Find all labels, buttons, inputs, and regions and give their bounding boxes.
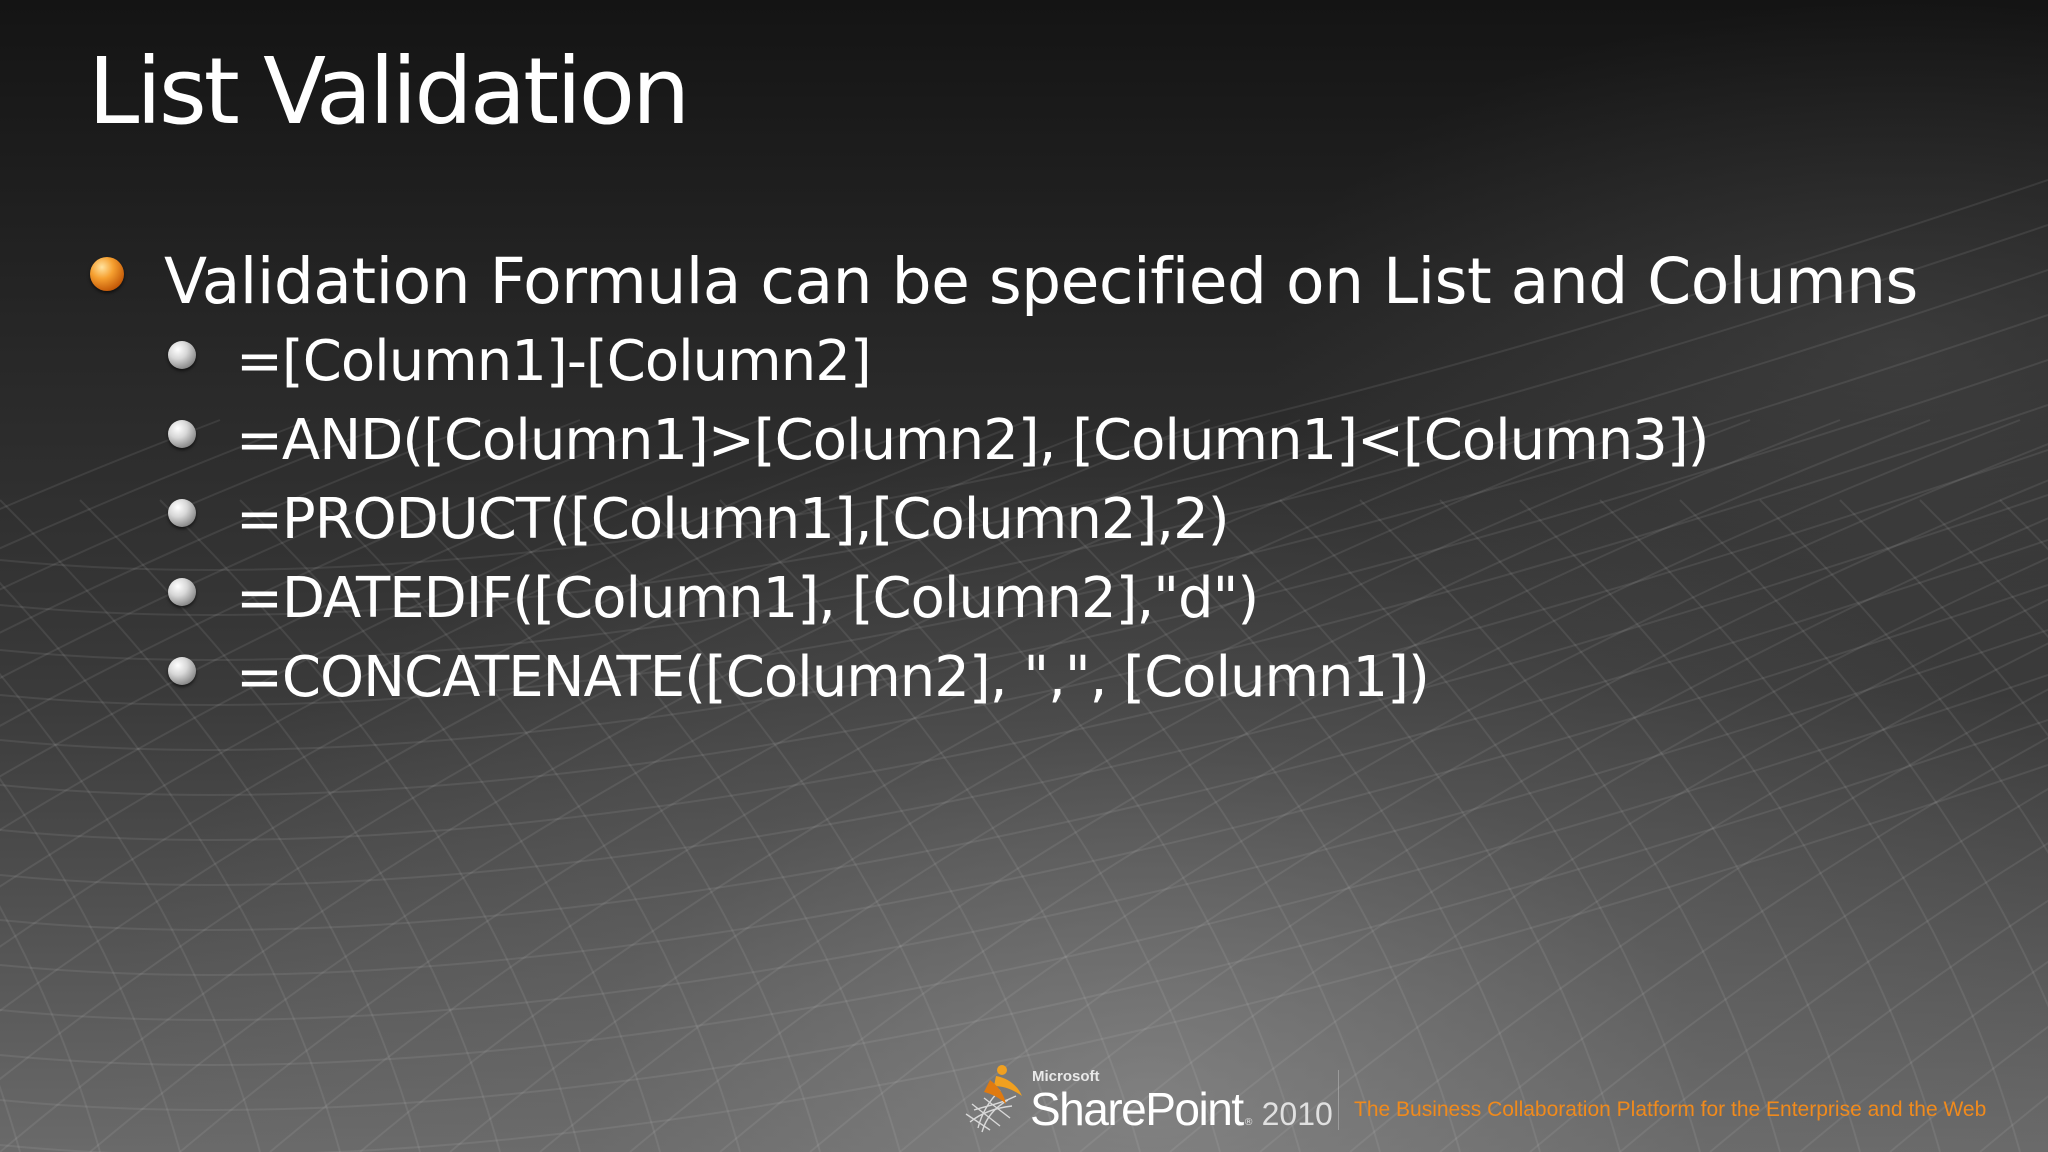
slide: List Validation Validation Formula can b… bbox=[0, 0, 2048, 1152]
main-bullet: Validation Formula can be specified on L… bbox=[90, 238, 1918, 324]
formula-text: =CONCATENATE([Column2], ",", [Column1]) bbox=[236, 645, 1430, 710]
formula-item: =PRODUCT([Column1],[Column2],2) bbox=[168, 480, 1709, 559]
formula-list: =[Column1]-[Column2] =AND([Column1]>[Col… bbox=[168, 322, 1710, 717]
formula-item: =AND([Column1]>[Column2], [Column1]<[Col… bbox=[168, 401, 1710, 480]
gray-orb-icon bbox=[168, 577, 196, 606]
gray-orb-icon bbox=[168, 498, 196, 527]
gray-orb-icon bbox=[168, 419, 196, 448]
formula-item: =DATEDIF([Column1], [Column2],"d") bbox=[168, 559, 1709, 638]
footer-branding: Microsoft SharePoint ® 2010 The Business… bbox=[960, 1056, 2020, 1136]
main-bullet-text: Validation Formula can be specified on L… bbox=[164, 244, 1918, 318]
orange-orb-icon bbox=[90, 257, 124, 291]
footer-divider bbox=[1338, 1070, 1339, 1130]
slide-title: List Validation bbox=[88, 38, 690, 145]
formula-item: =[Column1]-[Column2] bbox=[168, 322, 1709, 401]
formula-text: =[Column1]-[Column2] bbox=[236, 329, 872, 394]
trademark-mark: ® bbox=[1243, 1117, 1254, 1128]
gray-orb-icon bbox=[168, 340, 196, 369]
sharepoint-logo-icon bbox=[965, 1065, 1022, 1133]
footer-tagline: The Business Collaboration Platform for … bbox=[1354, 1098, 1987, 1121]
formula-item: =CONCATENATE([Column2], ",", [Column1]) bbox=[168, 638, 1709, 717]
product-wordmark: SharePoint ® 2010 bbox=[1030, 1082, 1333, 1136]
product-name: SharePoint bbox=[1030, 1083, 1244, 1135]
product-year: 2010 bbox=[1261, 1096, 1333, 1132]
formula-text: =PRODUCT([Column1],[Column2],2) bbox=[236, 487, 1230, 552]
formula-text: =AND([Column1]>[Column2], [Column1]<[Col… bbox=[236, 408, 1710, 473]
formula-text: =DATEDIF([Column1], [Column2],"d") bbox=[236, 566, 1259, 631]
gray-orb-icon bbox=[168, 656, 196, 685]
